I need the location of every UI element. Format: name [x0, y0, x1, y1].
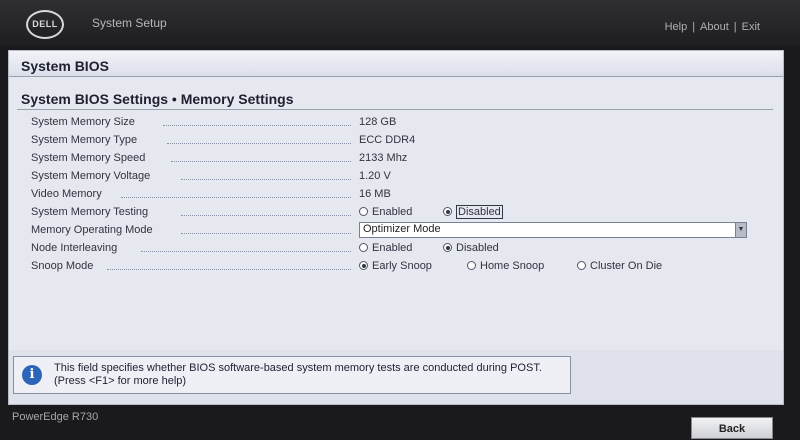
- setting-row-node-interleaving: Node Interleaving Enabled Disabled: [31, 240, 781, 258]
- setting-label: System Memory Voltage: [31, 170, 151, 182]
- radio-memory-testing-enabled[interactable]: Enabled: [359, 206, 412, 218]
- nav-separator: |: [692, 21, 696, 33]
- page-title: System BIOS Settings • Memory Settings: [21, 91, 294, 107]
- setting-row-operating-mode: Memory Operating Mode Optimizer Mode ▼: [31, 222, 781, 240]
- help-link[interactable]: Help: [665, 21, 688, 33]
- setting-row-memory-type: System Memory Type ECC DDR4: [31, 132, 781, 150]
- radio-node-interleaving-disabled[interactable]: Disabled: [443, 242, 499, 254]
- settings-list: System Memory Size 128 GB System Memory …: [31, 114, 781, 276]
- radio-icon: [467, 261, 476, 270]
- setting-label: Node Interleaving: [31, 242, 118, 254]
- leader-dots: [171, 161, 351, 162]
- setting-row-memory-size: System Memory Size 128 GB: [31, 114, 781, 132]
- leader-dots: [163, 125, 351, 126]
- radio-selected-icon: [359, 261, 368, 270]
- setting-label: System Memory Speed: [31, 152, 146, 164]
- setting-row-memory-voltage: System Memory Voltage 1.20 V: [31, 168, 781, 186]
- dropdown-arrow-icon[interactable]: ▼: [735, 223, 746, 237]
- top-nav: Help | About | Exit: [665, 21, 760, 33]
- settings-panel: System BIOS System BIOS Settings • Memor…: [8, 50, 784, 352]
- setting-label: Snoop Mode: [31, 260, 94, 272]
- leader-dots: [167, 143, 351, 144]
- setting-row-memory-testing: System Memory Testing Enabled Disabled: [31, 204, 781, 222]
- system-model: PowerEdge R730: [12, 411, 99, 423]
- setting-row-snoop-mode: Snoop Mode Early Snoop Home Snoop Cluste…: [31, 258, 781, 276]
- radio-snoop-early[interactable]: Early Snoop: [359, 260, 432, 272]
- setting-label: System Memory Size: [31, 116, 135, 128]
- leader-dots: [181, 215, 351, 216]
- radio-snoop-cluster-on-die[interactable]: Cluster On Die: [577, 260, 662, 272]
- leader-dots: [181, 179, 351, 180]
- setting-row-video-memory: Video Memory 16 MB: [31, 186, 781, 204]
- setting-value: ECC DDR4: [359, 134, 416, 146]
- dropdown-value: Optimizer Mode: [363, 223, 441, 235]
- setting-label: Video Memory: [31, 188, 102, 200]
- setting-value: 128 GB: [359, 116, 397, 128]
- top-bar: DELL System Setup Help | About | Exit: [0, 0, 800, 46]
- radio-memory-testing-disabled[interactable]: Disabled: [443, 205, 503, 219]
- nav-separator: |: [733, 21, 737, 33]
- radio-icon: [359, 243, 368, 252]
- exit-link[interactable]: Exit: [742, 21, 760, 33]
- setting-label: Memory Operating Mode: [31, 224, 153, 236]
- help-box: i This field specifies whether BIOS soft…: [13, 356, 571, 394]
- back-button[interactable]: Back: [691, 417, 773, 439]
- title-divider: [17, 109, 773, 110]
- radio-selected-icon: [443, 207, 452, 216]
- leader-dots: [181, 233, 351, 234]
- setting-label: System Memory Type: [31, 134, 138, 146]
- radio-node-interleaving-enabled[interactable]: Enabled: [359, 242, 412, 254]
- leader-dots: [141, 251, 351, 252]
- setting-value: 16 MB: [359, 188, 391, 200]
- radio-selected-icon: [443, 243, 452, 252]
- app-title: System Setup: [92, 16, 167, 30]
- radio-icon: [359, 207, 368, 216]
- about-link[interactable]: About: [700, 21, 729, 33]
- setting-value: 1.20 V: [359, 170, 391, 182]
- setting-label: System Memory Testing: [31, 206, 149, 218]
- help-text: This field specifies whether BIOS softwa…: [54, 362, 542, 387]
- info-icon: i: [22, 365, 42, 385]
- radio-icon: [577, 261, 586, 270]
- dell-logo: DELL: [26, 10, 64, 39]
- leader-dots: [107, 269, 351, 270]
- help-area: i This field specifies whether BIOS soft…: [8, 350, 784, 405]
- panel-header: [9, 51, 783, 77]
- setting-row-memory-speed: System Memory Speed 2133 Mhz: [31, 150, 781, 168]
- panel-title: System BIOS: [21, 58, 109, 74]
- leader-dots: [121, 197, 351, 198]
- radio-snoop-home[interactable]: Home Snoop: [467, 260, 544, 272]
- operating-mode-dropdown[interactable]: Optimizer Mode ▼: [359, 222, 747, 238]
- setting-value: 2133 Mhz: [359, 152, 408, 164]
